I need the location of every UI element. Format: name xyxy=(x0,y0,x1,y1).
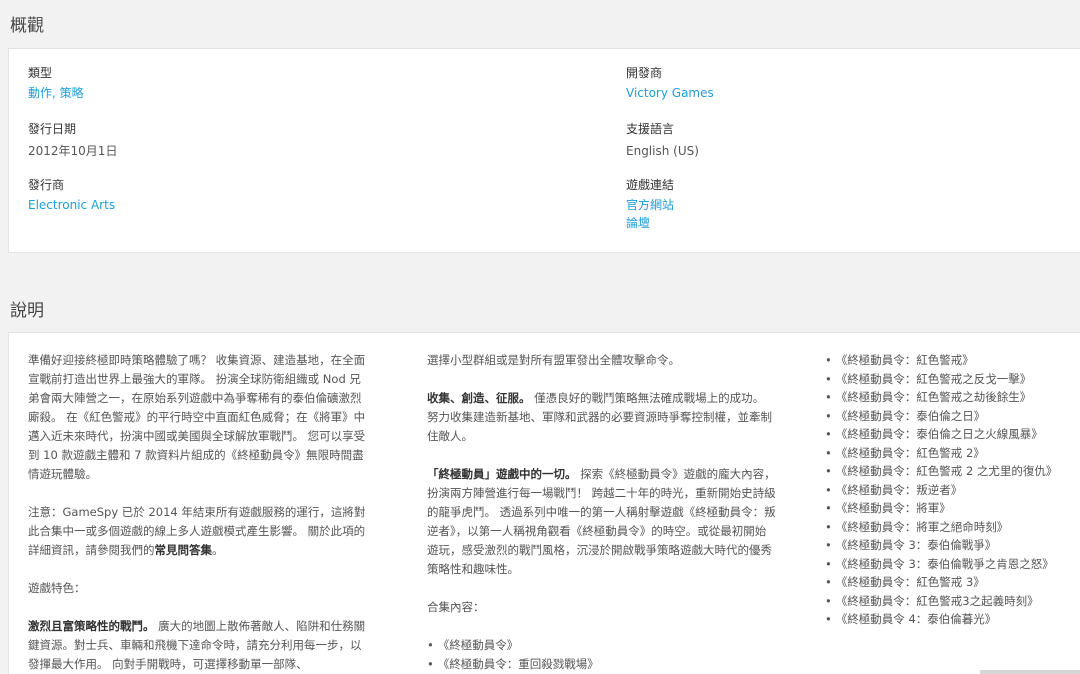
list-item: 《終極動員令 4：泰伯倫暮光》 xyxy=(825,610,1080,629)
list-item: 《終極動員令：紅色警戒 2 之尤里的復仇》 xyxy=(825,462,1080,481)
list-item: 《終極動員令：紅色警戒之劫後餘生》 xyxy=(825,388,1080,407)
genre-label: 類型 xyxy=(28,66,53,80)
horizontal-scrollbar-thumb[interactable] xyxy=(980,670,1080,674)
collection-heading: 合集內容： xyxy=(427,600,485,614)
overview-section-title: 概觀 xyxy=(10,16,44,36)
description-section-title: 說明 xyxy=(10,301,44,321)
developer-link[interactable]: Victory Games xyxy=(626,87,714,99)
description-column-1: 準備好迎接終極即時策略體驗了嗎？ 收集資源、建造基地，在全面宣戰前打造出世界上最… xyxy=(28,351,368,674)
list-item: 《終極動員令 3：泰伯倫戰爭之肯恩之怒》 xyxy=(825,555,1080,574)
collection-list-part-1: 《終極動員令》 《終極動員令：重回殺戮戰場》 xyxy=(427,636,777,673)
language-field: 支援語言 English (US) xyxy=(626,121,699,159)
list-item: 《終極動員令：泰伯倫之日》 xyxy=(825,407,1080,426)
faq-link[interactable]: 常見問答集 xyxy=(155,543,213,557)
description-column-3: 《終極動員令：紅色警戒》 《終極動員令：紅色警戒之反戈一擊》 《終極動員令：紅色… xyxy=(825,351,1080,629)
description-column-2: 選擇小型群組或是對所有盟軍發出全體攻擊命令。 收集、創造、征服。 僅憑良好的戰鬥… xyxy=(427,351,777,673)
battle-continued-paragraph: 選擇小型群組或是對所有盟軍發出全體攻擊命令。 xyxy=(427,353,680,367)
description-card: 準備好迎接終極即時策略體驗了嗎？ 收集資源、建造基地，在全面宣戰前打造出世界上最… xyxy=(8,332,1080,674)
list-item: 《終極動員令：紅色警戒 3》 xyxy=(825,573,1080,592)
overview-card: 類型 動作, 策略 發行日期 2012年10月1日 發行商 Electronic… xyxy=(8,48,1080,253)
notice-suffix: 。 xyxy=(212,543,224,557)
forum-link[interactable]: 論壇 xyxy=(626,217,674,229)
page: 概觀 類型 動作, 策略 發行日期 2012年10月1日 發行商 Electro… xyxy=(0,0,1080,674)
publisher-link[interactable]: Electronic Arts xyxy=(28,199,115,211)
feature-everything-paragraph: 「終極動員」遊戲中的一切。 探索《終極動員令》遊戲的龐大內容，扮演兩方陣營進行每… xyxy=(427,465,777,579)
publisher-label: 發行商 xyxy=(28,178,65,192)
publisher-field: 發行商 Electronic Arts xyxy=(28,177,115,211)
list-item: 《終極動員令：將軍》 xyxy=(825,499,1080,518)
collection-list-part-2: 《終極動員令：紅色警戒》 《終極動員令：紅色警戒之反戈一擊》 《終極動員令：紅色… xyxy=(825,351,1080,629)
notice-paragraph: 注意：GameSpy 已於 2014 年結束所有遊戲服務的運行，這將對此合集中一… xyxy=(28,503,368,560)
game-links-label: 遊戲連結 xyxy=(626,178,675,192)
list-item: 《終極動員令》 xyxy=(427,636,777,655)
list-item: 《終極動員令：紅色警戒3之起義時刻》 xyxy=(825,592,1080,611)
feature-everything-title: 「終極動員」遊戲中的一切。 xyxy=(427,467,577,481)
list-item: 《終極動員令 3：泰伯倫戰爭》 xyxy=(825,536,1080,555)
list-item: 《終極動員令：將軍之絕命時刻》 xyxy=(825,518,1080,537)
release-date-label: 發行日期 xyxy=(28,122,77,136)
feature-battle-paragraph: 激烈且富策略性的戰鬥。 廣大的地圖上散佈著敵人、陷阱和仕務關鍵資源。對士兵、車輛… xyxy=(28,617,368,674)
features-heading: 遊戲特色： xyxy=(28,581,86,595)
intro-paragraph: 準備好迎接終極即時策略體驗了嗎？ 收集資源、建造基地，在全面宣戰前打造出世界上最… xyxy=(28,353,366,481)
feature-collect-title: 收集、創造、征服。 xyxy=(427,391,531,405)
list-item: 《終極動員令：泰伯倫之日之火線風暴》 xyxy=(825,425,1080,444)
release-date-field: 發行日期 2012年10月1日 xyxy=(28,121,117,159)
genre-field: 類型 動作, 策略 xyxy=(28,65,84,99)
language-label: 支援語言 xyxy=(626,122,675,136)
list-item: 《終極動員令：叛逆者》 xyxy=(825,481,1080,500)
list-item: 《終極動員令：紅色警戒 2》 xyxy=(825,444,1080,463)
list-item: 《終極動員令：紅色警戒之反戈一擊》 xyxy=(825,370,1080,389)
genre-link[interactable]: 動作, 策略 xyxy=(28,87,84,99)
release-date-value: 2012年10月1日 xyxy=(28,144,118,158)
feature-collect-paragraph: 收集、創造、征服。 僅憑良好的戰鬥策略無法確成戰場上的成功。 努力收集建造新基地… xyxy=(427,389,777,446)
language-value: English (US) xyxy=(626,144,699,158)
list-item: 《終極動員令：紅色警戒》 xyxy=(825,351,1080,370)
feature-everything-text: 探索《終極動員令》遊戲的龐大內容，扮演兩方陣營進行每一場戰鬥！ 跨越二十年的時光… xyxy=(427,467,776,576)
developer-label: 開發商 xyxy=(626,66,663,80)
official-site-link[interactable]: 官方網站 xyxy=(626,199,674,211)
list-item: 《終極動員令：重回殺戮戰場》 xyxy=(427,655,777,674)
feature-battle-title: 激烈且富策略性的戰鬥。 xyxy=(28,619,155,633)
game-links-field: 遊戲連結 官方網站 論壇 xyxy=(626,177,674,229)
developer-field: 開發商 Victory Games xyxy=(626,65,714,99)
